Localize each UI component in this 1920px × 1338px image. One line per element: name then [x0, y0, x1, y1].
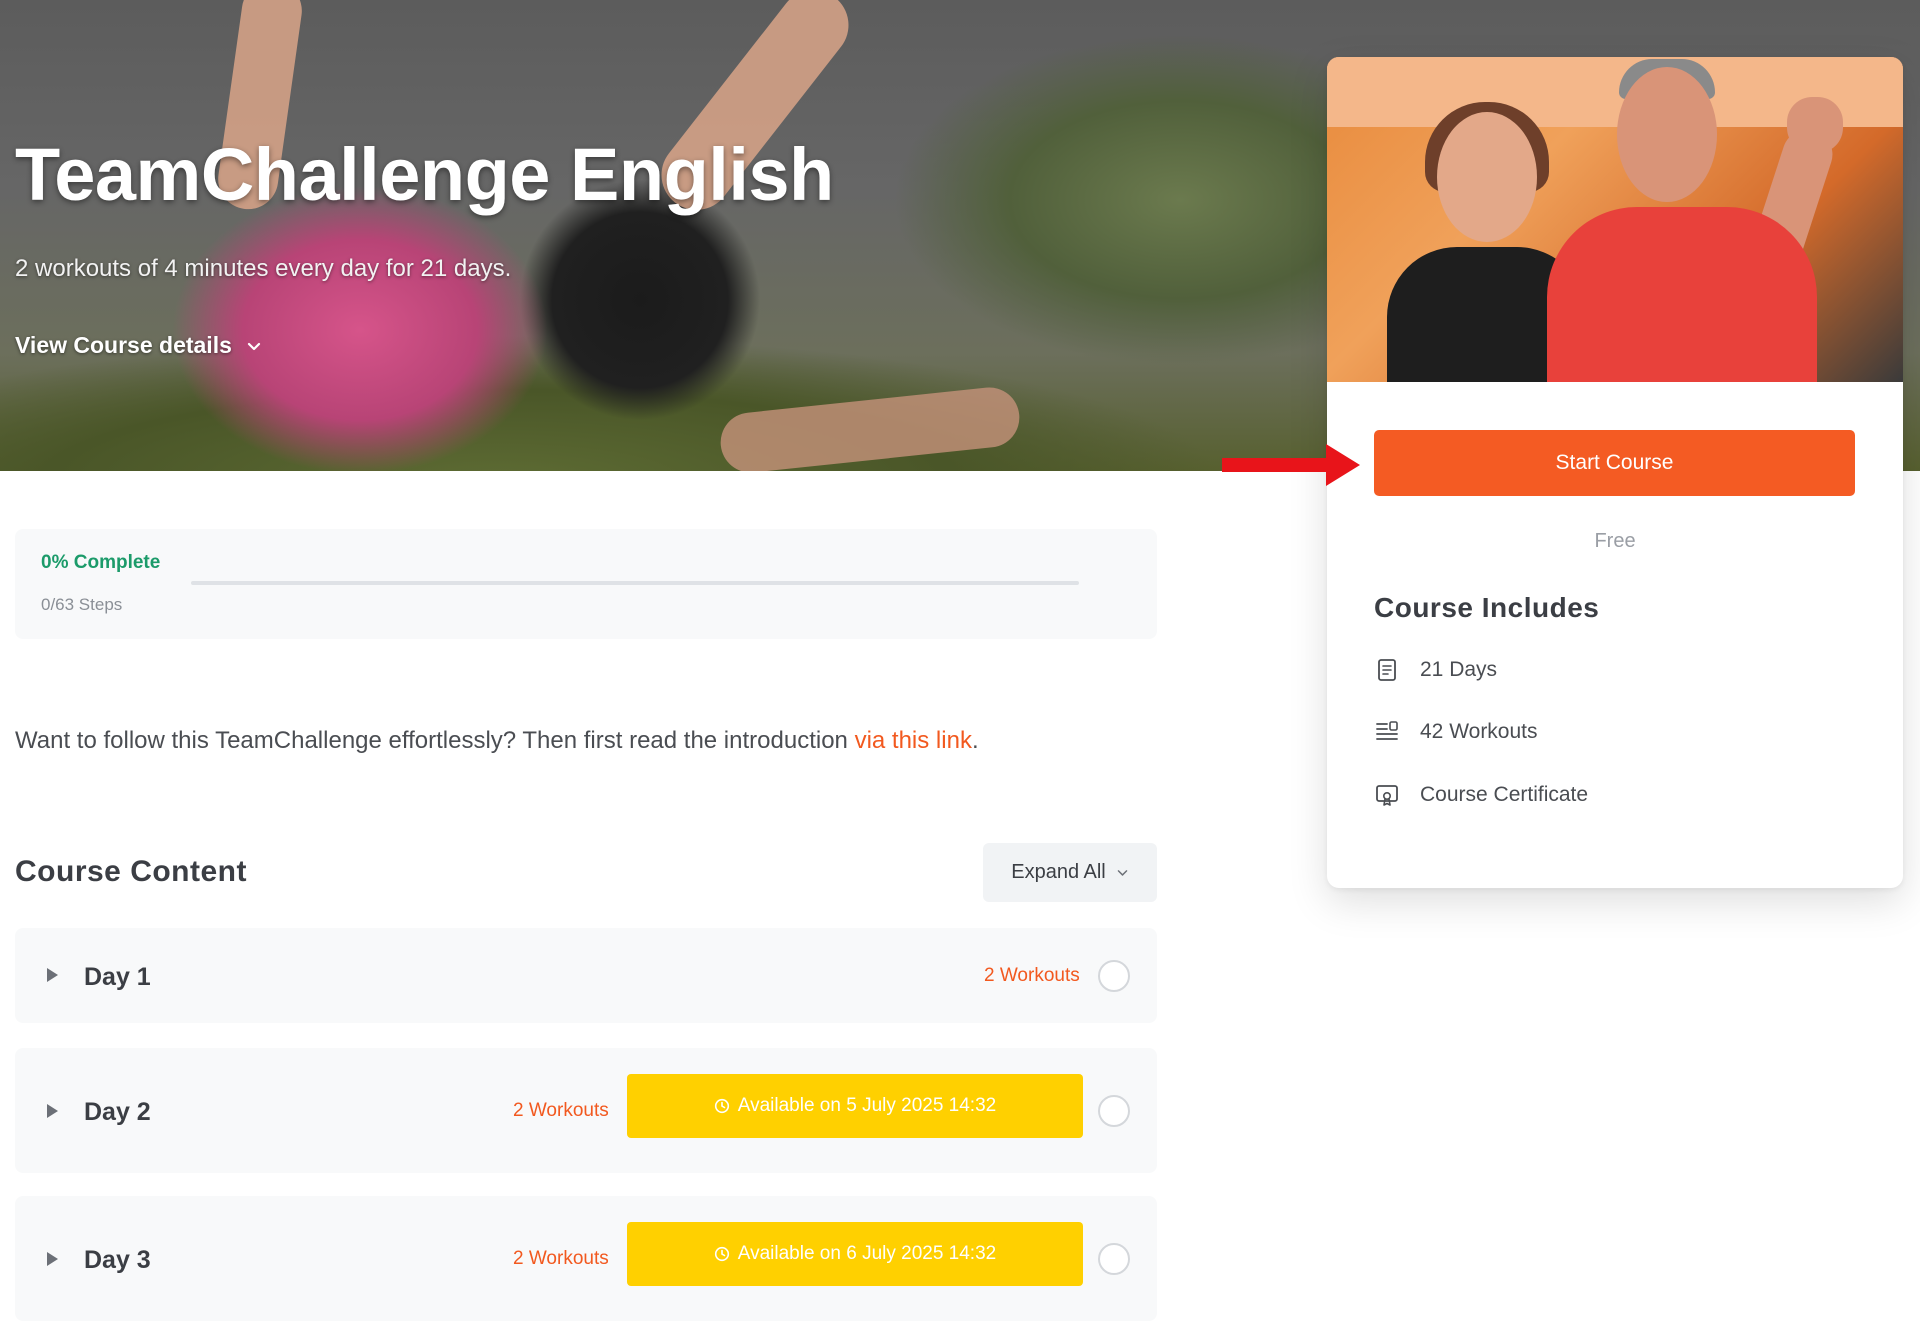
- start-course-button[interactable]: Start Course: [1374, 430, 1855, 496]
- include-item-label: 21 Days: [1420, 658, 1498, 681]
- chevron-down-icon: [1117, 870, 1128, 876]
- intro-sentence: Want to follow this TeamChallenge effort…: [15, 727, 855, 754]
- progress-steps: 0/63 Steps: [41, 595, 123, 614]
- lesson-title: Day 2: [84, 1098, 151, 1126]
- lesson-row-day-3[interactable]: Day 3 2 Workouts Available on 6 July 202…: [15, 1196, 1157, 1321]
- intro-text: Want to follow this TeamChallenge effort…: [15, 727, 979, 755]
- view-course-details-label: View Course details: [15, 332, 232, 358]
- expand-all-label: Expand All: [1011, 861, 1106, 883]
- course-includes-title: Course Includes: [1374, 592, 1600, 623]
- expand-all-button[interactable]: Expand All: [983, 843, 1157, 902]
- progress-percent: 0% Complete: [41, 552, 161, 573]
- certificate-icon: [1376, 785, 1398, 806]
- available-date-label: Available on 5 July 2025 14:32: [737, 1095, 997, 1116]
- lesson-title: Day 1: [84, 963, 151, 991]
- lesson-row-day-2[interactable]: Day 2 2 Workouts Available on 5 July 202…: [15, 1048, 1157, 1173]
- lesson-complete-checkbox[interactable]: [1098, 960, 1130, 992]
- course-enroll-card: Start Course Free Course Includes 21 Day…: [1327, 57, 1903, 888]
- workouts-count: 2 Workouts: [513, 1248, 609, 1269]
- include-item-label: 42 Workouts: [1420, 720, 1538, 743]
- course-subtitle: 2 workouts of 4 minutes every day for 21…: [15, 255, 512, 282]
- course-progress: 0% Complete 0/63 Steps: [15, 529, 1157, 639]
- available-date-label: Available on 6 July 2025 14:32: [737, 1243, 997, 1264]
- lesson-title: Day 3: [84, 1246, 151, 1274]
- book-icon: [1378, 659, 1396, 681]
- intro-suffix: .: [971, 727, 979, 754]
- available-date-button[interactable]: Available on 6 July 2025 14:32: [627, 1222, 1083, 1286]
- course-content-title: Course Content: [15, 855, 247, 888]
- include-item-label: Course Certificate: [1420, 783, 1589, 806]
- lesson-complete-checkbox[interactable]: [1098, 1095, 1130, 1127]
- chevron-down-icon: [247, 342, 260, 350]
- include-item-certificate: Course Certificate: [1374, 782, 1588, 808]
- lesson-row-day-1[interactable]: Day 1 2 Workouts: [15, 928, 1157, 1023]
- clock-icon: [714, 1246, 729, 1262]
- workouts-count: 2 Workouts: [984, 965, 1080, 986]
- red-arrow-icon: [1222, 444, 1360, 486]
- expand-triangle-icon[interactable]: [47, 1252, 58, 1266]
- expand-triangle-icon[interactable]: [47, 1104, 58, 1118]
- clock-icon: [714, 1098, 729, 1114]
- course-title: TeamChallenge English: [15, 133, 834, 216]
- view-course-details-toggle[interactable]: View Course details: [15, 332, 262, 359]
- expand-triangle-icon[interactable]: [47, 968, 58, 982]
- include-item-days: 21 Days: [1374, 657, 1497, 683]
- available-date-button[interactable]: Available on 5 July 2025 14:32: [627, 1074, 1083, 1138]
- list-icon: [1376, 721, 1398, 740]
- lesson-complete-checkbox[interactable]: [1098, 1243, 1130, 1275]
- course-price: Free: [1594, 530, 1636, 552]
- hero-photo-leg-lower: [717, 384, 1023, 471]
- course-featured-image: [1327, 57, 1903, 382]
- intro-link[interactable]: via this link: [855, 727, 972, 754]
- progress-bar: [191, 581, 1079, 585]
- include-item-workouts: 42 Workouts: [1374, 719, 1538, 745]
- workouts-count: 2 Workouts: [513, 1100, 609, 1121]
